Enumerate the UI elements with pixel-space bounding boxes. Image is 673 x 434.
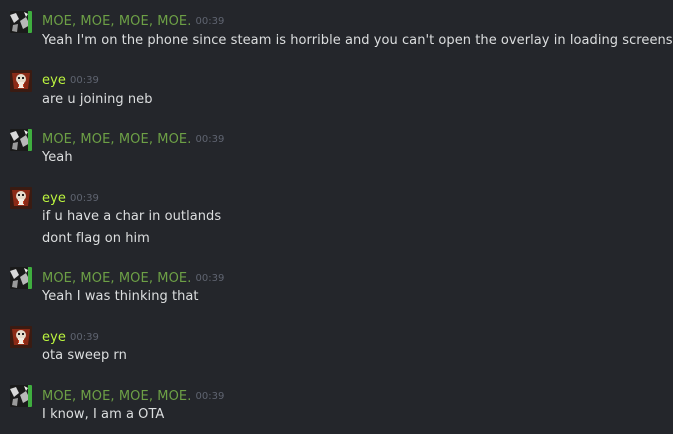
message-text: ota sweep rn <box>42 348 127 363</box>
timestamp: 00:39 <box>195 273 225 284</box>
timestamp: 00:39 <box>195 16 225 27</box>
sender-name[interactable]: MOE, MOE, MOE, MOE. <box>42 271 191 286</box>
timestamp: 00:39 <box>70 193 99 204</box>
message-text: if u have a char in outlands <box>42 209 222 224</box>
message-header: eye 00:39 <box>42 188 99 206</box>
message-text: are u joining neb <box>42 92 153 107</box>
moe-avatar[interactable] <box>10 385 32 407</box>
message-header: eye 00:39 <box>42 327 99 345</box>
chat-log: MOE, MOE, MOE, MOE. 00:39 Yeah I'm on the… <box>0 0 673 434</box>
timestamp: 00:39 <box>70 332 99 343</box>
moe-avatar[interactable] <box>10 11 32 33</box>
message-text: Yeah I was thinking that <box>42 289 199 304</box>
eye-avatar[interactable] <box>10 326 32 348</box>
message-text: Yeah <box>42 150 73 165</box>
sender-name[interactable]: eye <box>42 330 66 345</box>
sender-name[interactable]: MOE, MOE, MOE, MOE. <box>42 132 191 147</box>
timestamp: 00:39 <box>70 75 99 86</box>
sender-name[interactable]: MOE, MOE, MOE, MOE. <box>42 14 191 29</box>
message-header: MOE, MOE, MOE, MOE. 00:39 <box>42 129 224 147</box>
timestamp: 00:39 <box>195 134 225 145</box>
sender-name[interactable]: eye <box>42 191 66 206</box>
sender-name[interactable]: eye <box>42 73 66 88</box>
eye-avatar[interactable] <box>10 187 32 209</box>
message-header: eye 00:39 <box>42 70 99 88</box>
message-text: Yeah I'm on the phone since steam is hor… <box>42 33 673 48</box>
message-header: MOE, MOE, MOE, MOE. 00:39 <box>42 268 224 286</box>
message-header: MOE, MOE, MOE, MOE. 00:39 <box>42 386 224 404</box>
sender-name[interactable]: MOE, MOE, MOE, MOE. <box>42 389 191 404</box>
message-text: dont flag on him <box>42 231 150 246</box>
timestamp: 00:39 <box>195 391 225 402</box>
moe-avatar[interactable] <box>10 267 32 289</box>
message-text: I know, I am a OTA <box>42 407 165 422</box>
message-header: MOE, MOE, MOE, MOE. 00:39 <box>42 11 224 29</box>
moe-avatar[interactable] <box>10 129 32 151</box>
eye-avatar[interactable] <box>10 70 32 92</box>
